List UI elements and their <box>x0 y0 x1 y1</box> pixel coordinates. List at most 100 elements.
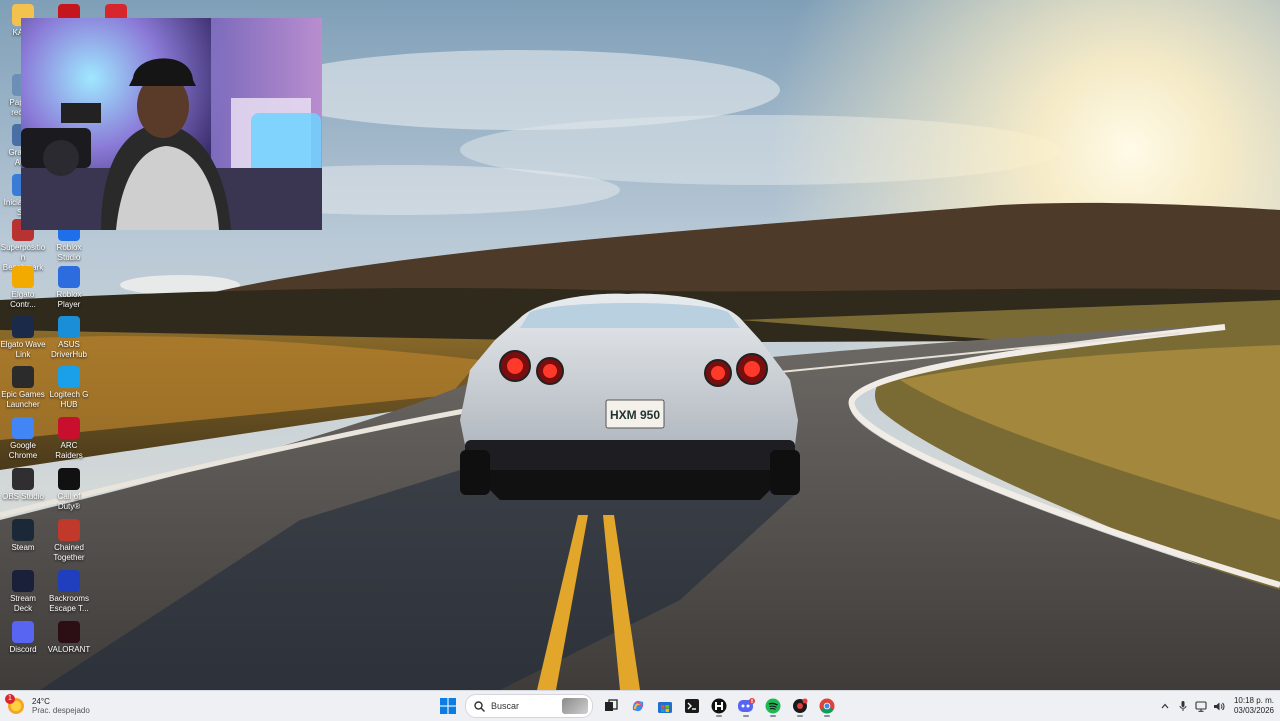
desktop-icon-label: Backrooms Escape T... <box>48 594 89 613</box>
backrooms-icon <box>58 570 80 592</box>
desktop-icon-label: ASUS DriverHub <box>50 340 87 359</box>
network-icon <box>1195 700 1207 712</box>
desktop-icon-label: Elgato Wave Link <box>0 340 46 359</box>
start-button[interactable] <box>435 694 461 718</box>
taskbar-center: Buscar 8 <box>434 694 840 718</box>
obs-icon <box>12 468 34 490</box>
clock[interactable]: 10:18 p. m. 03/03/2026 <box>1234 696 1274 716</box>
desktop-icon[interactable]: ARC Raiders <box>46 417 92 461</box>
desktop-icon-label: VALORANT <box>47 645 91 654</box>
task-view-button[interactable] <box>598 694 624 718</box>
system-tray: 10:18 p. m. 03/03/2026 <box>1156 694 1274 718</box>
arc-raiders-icon <box>58 417 80 439</box>
microphone-icon <box>1179 701 1187 711</box>
chevron-up-icon <box>1161 703 1169 709</box>
clock-time: 10:18 p. m. <box>1233 696 1274 705</box>
desktop-icon-label: Logitech G HUB <box>49 390 89 409</box>
store-icon <box>657 702 672 713</box>
logitech-ghub-icon <box>58 366 80 388</box>
roblox-player-icon <box>58 266 80 288</box>
desktop-icon[interactable]: Discord <box>0 621 46 655</box>
desktop-icon[interactable]: Backrooms Escape T... <box>46 570 92 614</box>
desktop-icon-label: Stream Deck <box>10 594 36 613</box>
clock-date: 03/03/2026 <box>1233 706 1274 715</box>
weather-temp: 24°C <box>32 697 50 706</box>
desktop-icon-label: Roblox Studio <box>56 243 82 262</box>
desktop-icon[interactable]: Roblox Player <box>46 266 92 310</box>
show-hidden-icons-button[interactable] <box>1156 694 1174 718</box>
desktop-icon-label: Google Chrome <box>8 441 38 460</box>
discord-taskbar-button[interactable]: 8 <box>733 694 759 718</box>
search-placeholder: Buscar <box>491 701 520 711</box>
spotify-icon <box>765 698 780 714</box>
desktop-icon[interactable]: Steam <box>0 519 46 553</box>
chained-together-icon <box>58 519 80 541</box>
search-icon <box>474 700 485 712</box>
desktop-icon[interactable]: Epic Games Launcher <box>0 366 46 410</box>
running-indicator <box>769 715 776 717</box>
desktop-icon[interactable]: ASUS DriverHub <box>46 316 92 360</box>
network-button[interactable] <box>1192 694 1210 718</box>
valorant-icon <box>58 621 80 643</box>
app-badge-icon <box>792 698 807 713</box>
chrome-icon <box>12 417 34 439</box>
asus-driverhub-icon <box>58 316 80 338</box>
desktop-icon[interactable]: Logitech G HUB <box>46 366 92 410</box>
h-app-icon <box>711 698 726 714</box>
desktop-icon-label: Epic Games Launcher <box>1 390 45 409</box>
desktop-icon-label: Roblox Player <box>56 290 82 309</box>
desktop-icon-label: Chained Together <box>53 543 85 562</box>
terminal-icon <box>684 699 699 713</box>
desktop-icon[interactable]: VALORANT <box>46 621 92 655</box>
desktop-icon-label: Elgato Contr... <box>10 290 36 309</box>
volume-icon <box>1213 702 1225 710</box>
epic-games-icon <box>12 366 34 388</box>
desktop-icon-label: Call of Duty® <box>57 492 81 511</box>
desktop-icon[interactable]: Chained Together <box>46 519 92 563</box>
copilot-icon <box>632 700 643 712</box>
desktop-icon[interactable]: Elgato Contr... <box>0 266 46 310</box>
desktop-icon-label: Steam <box>11 543 35 552</box>
app-badge-button[interactable] <box>787 694 813 718</box>
store-button[interactable] <box>652 694 678 718</box>
desktop-icon[interactable]: Call of Duty® <box>46 468 92 512</box>
desktop-icon[interactable]: Elgato Wave Link <box>0 316 46 360</box>
search-highlight-icon <box>562 698 588 714</box>
desktop-icon-label: Discord <box>9 645 37 654</box>
weather-badge: 1 <box>5 694 15 704</box>
discord-icon: 8 <box>737 698 755 712</box>
task-view-icon <box>604 699 618 711</box>
copilot-button[interactable] <box>625 694 651 718</box>
steam-icon <box>12 519 34 541</box>
desktop-icon[interactable]: OBS Studio <box>0 468 46 502</box>
license-plate: HXM 950 <box>610 408 660 422</box>
desktop-icon[interactable]: Stream Deck <box>0 570 46 614</box>
desktop-icon[interactable]: Google Chrome <box>0 417 46 461</box>
weather-widget[interactable]: 1 24°C Prac. despejado <box>5 694 90 717</box>
discord-badge: 8 <box>750 699 753 705</box>
chrome-icon <box>819 698 834 714</box>
chrome-taskbar-button[interactable] <box>814 694 840 718</box>
spotify-button[interactable] <box>760 694 786 718</box>
elgato-wave-icon <box>12 316 34 338</box>
terminal-button[interactable] <box>679 694 705 718</box>
h-app-button[interactable] <box>706 694 732 718</box>
running-indicator <box>823 715 830 717</box>
search-input[interactable]: Buscar <box>465 694 593 718</box>
volume-button[interactable] <box>1210 694 1228 718</box>
weather-sun-icon: 1 <box>5 694 24 714</box>
desktop-icon-label: OBS Studio <box>2 492 44 501</box>
desktop-icon-label: ARC Raiders <box>55 441 83 460</box>
running-indicator <box>796 715 803 717</box>
webcam-overlay <box>21 18 322 230</box>
stream-deck-icon <box>12 570 34 592</box>
running-indicator <box>715 715 722 717</box>
discord-icon <box>12 621 34 643</box>
weather-condition: Prac. despejado <box>32 706 90 715</box>
windows-logo-icon <box>439 698 456 714</box>
taskbar: 1 24°C Prac. despejado Buscar 8 10:18 p.… <box>0 690 1280 721</box>
elgato-control-icon <box>12 266 34 288</box>
microphone-button[interactable] <box>1174 694 1192 718</box>
running-indicator <box>742 715 749 717</box>
call-of-duty-icon <box>58 468 80 490</box>
